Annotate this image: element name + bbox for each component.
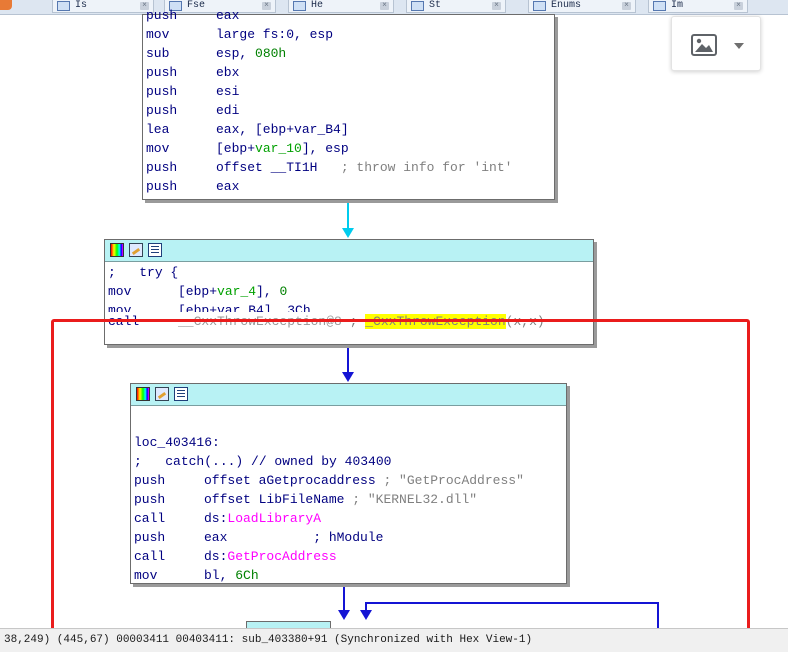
code-line: sub esp, 080h (146, 44, 554, 63)
mnemonic: lea (146, 122, 170, 137)
chevron-down-icon (734, 43, 744, 49)
code-line-try: ; try { (108, 265, 179, 280)
image-picker-button[interactable] (671, 16, 761, 71)
code-line: push eax (146, 177, 554, 196)
code-block-node1[interactable]: push eax mov large fs:0, esp sub esp, 080h pus… (142, 8, 555, 200)
operand: [ebp+ (216, 141, 256, 156)
numeric-literal: 080h (255, 46, 287, 61)
edit-graph-icon[interactable] (129, 243, 143, 257)
operand: esp, (216, 46, 256, 61)
code-line: push ebx (146, 63, 554, 82)
code-line: push esi (146, 82, 554, 101)
mnemonic: mov (146, 27, 170, 42)
image-icon (691, 34, 717, 56)
node-header (105, 240, 593, 262)
code-line: mov [ebp+var_B4], 3Ch (108, 303, 311, 312)
text-view-icon[interactable] (148, 243, 162, 257)
operand: ebx (216, 65, 240, 80)
operand: esi (216, 84, 240, 99)
comment: ; throw info for 'int' (317, 160, 513, 175)
operand: eax, [ebp+var_B4] (216, 122, 349, 137)
color-palette-icon[interactable] (110, 243, 124, 257)
code-line: mov [ebp+var_10], esp (146, 139, 554, 158)
edge-node1-node2 (342, 200, 354, 238)
mnemonic: push (146, 65, 178, 80)
mnemonic: push (146, 160, 178, 175)
mnemonic: push (146, 8, 178, 23)
operand: ], esp (301, 141, 349, 156)
code-line: mov [ebp+var_4], 0 (108, 284, 288, 299)
operand: offset __TI1H (216, 160, 318, 175)
mnemonic: push (146, 103, 178, 118)
code-line: push edi (146, 101, 554, 120)
operand: eax (216, 8, 240, 23)
operand: large fs:0, esp (216, 27, 334, 42)
operand: edi (216, 103, 240, 118)
status-bar: 38,249) (445,67) 00003411 00403411: sub_… (0, 628, 788, 652)
mnemonic: push (146, 84, 178, 99)
code-line: push eax (146, 6, 554, 25)
operand: eax (216, 179, 240, 194)
variable-ref[interactable]: var_10 (255, 141, 302, 156)
code-line: mov large fs:0, esp (146, 25, 554, 44)
mnemonic: push (146, 179, 178, 194)
code-lines: push eax mov large fs:0, esp sub esp, 080h pus… (143, 5, 554, 196)
mnemonic: mov (146, 141, 170, 156)
mnemonic: sub (146, 46, 170, 61)
selection-highlight-box (51, 319, 750, 642)
code-line: push offset __TI1H ; throw info for 'int' (146, 158, 554, 177)
code-line: lea eax, [ebp+var_B4] (146, 120, 554, 139)
